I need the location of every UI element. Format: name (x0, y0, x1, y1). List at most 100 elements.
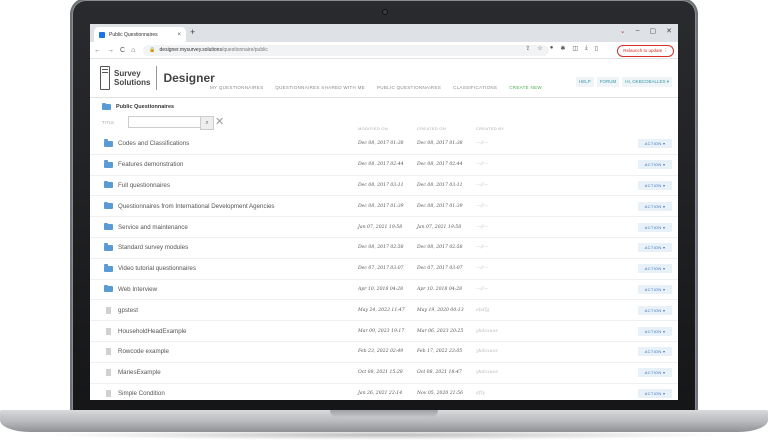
row-modified: May 24, 2023 11:47 (358, 307, 405, 313)
row-name-label: Full questionnaires (118, 181, 170, 189)
tab-bar: Public Questionnaires × + ⌄ – ▢ ✕ (90, 24, 678, 42)
row-name[interactable]: Full questionnaires (104, 180, 170, 189)
header-modified[interactable]: MODIFIED ON (358, 126, 388, 131)
row-created: Dec 08, 2017 01:38 (417, 141, 463, 147)
star-icon[interactable]: ☆ (537, 45, 542, 52)
file-icon (106, 306, 111, 314)
nav-public-questionnaires[interactable]: PUBLIC QUESTIONNAIRES (377, 85, 441, 90)
media-icon[interactable]: ◫ (572, 45, 578, 52)
action-button[interactable]: ACTION ▾ (638, 139, 672, 149)
row-name[interactable]: Web Interview (104, 284, 157, 293)
row-name-label: Video tutorial questionnaires (118, 265, 196, 273)
back-icon[interactable]: ← (94, 47, 101, 54)
row-name[interactable]: Features demonstration (104, 160, 184, 169)
action-button[interactable]: ACTION ▾ (638, 347, 672, 357)
row-name-label: MariesExample (118, 369, 161, 377)
row-name[interactable]: Simple Condition (104, 389, 165, 397)
download-icon[interactable]: ⤓ (585, 45, 588, 52)
reload-icon[interactable]: C (120, 47, 125, 54)
row-modified: Oct 08, 2021 15:28 (358, 370, 403, 376)
row-created-by: —//— (476, 203, 489, 209)
row-name[interactable]: Service and maintenance (104, 222, 188, 231)
action-button[interactable]: ACTION ▾ (638, 326, 672, 336)
table-row[interactable]: Features demonstration Dec 08, 2017 02:44… (90, 155, 678, 176)
row-created: Jan 07, 2021 19:58 (417, 224, 462, 230)
laptop-notch (330, 410, 438, 418)
logo[interactable]: Survey Solutions Designer (100, 66, 215, 90)
action-button[interactable]: ACTION ▾ (638, 368, 672, 378)
help-button[interactable]: HELP (575, 77, 594, 87)
home-icon[interactable]: ⌂ (131, 47, 135, 54)
tab-close-icon[interactable]: × (177, 32, 181, 38)
nav-create-new[interactable]: CREATE NEW (509, 85, 542, 90)
extension-icon[interactable]: ● (550, 45, 554, 52)
share-icon[interactable]: ⇪ (525, 45, 530, 52)
action-button[interactable]: ACTION ▾ (638, 160, 672, 170)
url-field[interactable]: 🔒 designer.mysurvey.solutions /questionn… (143, 44, 550, 56)
table-row[interactable]: MariesExample Oct 08, 2021 15:28 Oct 08, 2… (90, 363, 678, 384)
row-created: May 19, 2020 00:13 (417, 307, 464, 313)
relaunch-button[interactable]: Relaunch to update ⋮ (617, 45, 674, 57)
forum-button[interactable]: FORUM (596, 77, 620, 87)
table-row[interactable]: Simple Condition Jan 26, 2021 22:14 Nov 05… (90, 384, 678, 400)
url-host: designer.mysurvey.solutions (159, 47, 222, 53)
nav-classifications[interactable]: CLASSIFICATIONS (453, 85, 497, 90)
action-button[interactable]: ACTION ▾ (638, 201, 672, 211)
main-nav: MY QUESTIONNAIRES QUESTIONNAIRES SHARED … (210, 85, 542, 90)
forward-icon[interactable]: → (107, 47, 114, 54)
nav-shared-with-me[interactable]: QUESTIONNAIRES SHARED WITH ME (275, 85, 365, 90)
row-name[interactable]: Questionnaires from International Develo… (104, 201, 275, 210)
row-name-label: Standard survey modules (118, 244, 189, 252)
table-row[interactable]: gpstest May 24, 2023 11:47 May 19, 2020 00… (90, 300, 678, 322)
new-tab-button[interactable]: + (190, 27, 195, 37)
row-modified: Dec 08, 2017 01:39 (358, 203, 404, 209)
row-created: Mar 06, 2023 20:25 (417, 328, 464, 334)
table-header: MODIFIED ON CREATED ON CREATED BY (90, 126, 678, 134)
user-menu[interactable]: HI, OKBCOBALLES ▾ (622, 77, 672, 87)
title-filter-label: TITLE (102, 120, 115, 125)
folder-icon (104, 243, 113, 251)
row-created: Oct 08, 2021 18:47 (417, 370, 462, 376)
action-button[interactable]: ACTION ▾ (638, 243, 672, 253)
tab-search-icon[interactable]: ⌄ (620, 27, 626, 35)
row-name[interactable]: gpstest (104, 306, 138, 314)
minimize-button[interactable]: – (636, 27, 640, 35)
row-created-by: —//— (476, 245, 489, 251)
browser-tab[interactable]: Public Questionnaires × (94, 27, 186, 42)
folder-icon (104, 222, 113, 231)
table-row[interactable]: Standard survey modules Dec 08, 2017 02:5… (90, 238, 678, 259)
header-created[interactable]: CREATED ON (417, 126, 446, 131)
nav-my-questionnaires[interactable]: MY QUESTIONNAIRES (210, 85, 263, 90)
row-name[interactable]: Standard survey modules (104, 243, 189, 252)
action-button[interactable]: ACTION ▾ (638, 264, 672, 274)
action-button[interactable]: ACTION ▾ (638, 284, 672, 294)
table-row[interactable]: Questionnaires from International Develo… (90, 196, 678, 218)
table-row[interactable]: Video tutorial questionnaires Dec 07, 201… (90, 259, 678, 280)
row-created-by: —//— (476, 224, 489, 230)
action-button[interactable]: ACTION ▾ (638, 305, 672, 315)
table-row[interactable]: HouseholdHeadExample Mar 09, 2023 19:17 Ma… (90, 321, 678, 342)
row-name-label: Features demonstration (118, 161, 184, 169)
close-window-button[interactable]: ✕ (666, 27, 672, 35)
table-row[interactable]: Rowcode example Feb 23, 2022 02:49 Feb 17,… (90, 342, 678, 363)
table-row[interactable]: Codes and Classifications Dec 08, 2017 01… (90, 134, 678, 155)
maximize-button[interactable]: ▢ (650, 27, 657, 35)
row-name[interactable]: Video tutorial questionnaires (104, 264, 196, 273)
row-created: Apr 10, 2018 04:28 (417, 286, 463, 292)
logo-line2: Solutions (114, 78, 151, 87)
table-row[interactable]: Full questionnaires Dec 08, 2017 03:11 Dec… (90, 176, 678, 197)
table-row[interactable]: Web Interview Apr 10, 2018 04:28 Apr 10, 2… (90, 280, 678, 301)
row-name[interactable]: HouseholdHeadExample (104, 327, 186, 335)
header-created-by[interactable]: CREATED BY (476, 126, 504, 131)
table-row[interactable]: Service and maintenance Jan 07, 2021 19:5… (90, 217, 678, 238)
row-created-by: —//— (476, 182, 489, 188)
puzzle-icon[interactable]: ✱ (560, 45, 565, 52)
row-name[interactable]: MariesExample (104, 369, 161, 377)
row-name[interactable]: Codes and Classifications (104, 139, 189, 147)
action-button[interactable]: ACTION ▾ (638, 388, 672, 398)
action-button[interactable]: ACTION ▾ (638, 222, 672, 232)
action-button[interactable]: ACTION ▾ (638, 180, 672, 190)
sidepanel-icon[interactable]: ▯ (595, 45, 598, 52)
row-name[interactable]: Rowcode example (104, 348, 169, 356)
breadcrumb-label: Public Questionnaires (116, 104, 175, 110)
